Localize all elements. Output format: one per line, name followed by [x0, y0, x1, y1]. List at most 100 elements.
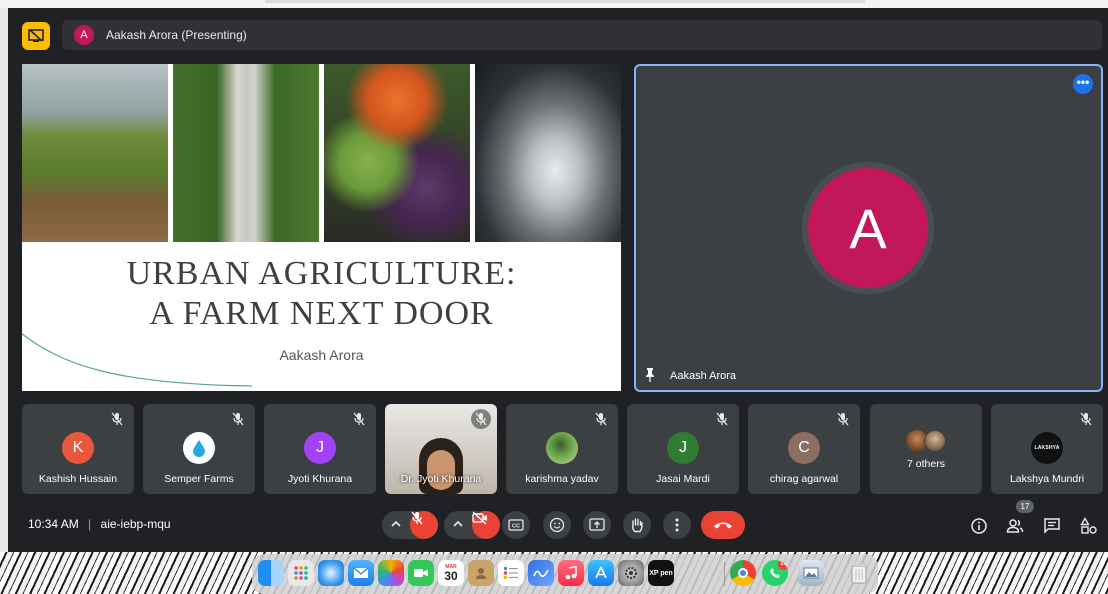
present-now-button[interactable] — [583, 511, 611, 539]
app-store-a-icon — [595, 566, 607, 579]
bin-icon — [851, 564, 867, 584]
participant-avatar: J — [304, 432, 336, 464]
chat-icon[interactable] — [1043, 517, 1061, 535]
slide-title: URBAN AGRICULTURE: A FARM NEXT DOOR — [22, 254, 621, 334]
lakshya-logo-avatar: LAKSHYA — [1031, 432, 1063, 464]
camera-control[interactable] — [444, 511, 500, 539]
more-options-button[interactable] — [663, 511, 691, 539]
stop-presenting-button[interactable] — [22, 22, 50, 50]
gear-icon — [625, 567, 637, 579]
photos-icon[interactable] — [378, 560, 404, 586]
meeting-info: 10:34 AM | aie-iebp-mqu — [28, 517, 171, 531]
camera-icon — [414, 569, 428, 577]
mic-toggle-button[interactable] — [410, 511, 438, 539]
list-icon — [503, 566, 518, 580]
mic-off-icon — [475, 412, 487, 426]
scribble-icon — [533, 569, 549, 578]
contacts-icon[interactable] — [468, 560, 494, 586]
emoji-icon — [549, 517, 565, 533]
pin-icon[interactable] — [644, 368, 656, 382]
leave-call-button[interactable] — [701, 511, 745, 539]
raise-hand-button[interactable] — [623, 511, 651, 539]
presenting-label: Aakash Arora (Presenting) — [106, 28, 247, 42]
present-screen-icon — [589, 518, 605, 531]
participant-name: Dr. Jyoti Khurana — [400, 473, 482, 485]
greenhouse-photo — [22, 64, 168, 242]
mac-dock: MAR 30 XP pen 10 — [252, 554, 878, 594]
chevron-up-icon[interactable] — [452, 518, 464, 530]
captions-button[interactable]: CC — [502, 511, 530, 539]
participant-avatar: J — [667, 432, 699, 464]
music-note-icon — [565, 566, 577, 580]
market-produce-photo — [324, 64, 470, 242]
svg-text:CC: CC — [512, 524, 520, 530]
camera-toggle-button[interactable] — [472, 511, 500, 539]
app-store-icon[interactable] — [588, 560, 614, 586]
mic-off-icon — [111, 412, 123, 426]
activities-icon[interactable] — [1080, 517, 1098, 535]
participant-name: Kashish Hussain — [38, 473, 118, 485]
music-icon[interactable] — [558, 560, 584, 586]
closed-captions-icon: CC — [508, 519, 524, 531]
reactions-button[interactable] — [543, 511, 571, 539]
semper-farms-logo — [183, 432, 215, 464]
mail-icon[interactable] — [348, 560, 374, 586]
presenting-banner[interactable]: A Aakash Arora (Presenting) — [62, 20, 1102, 50]
participant-tile[interactable]: J Jasai Mardi — [627, 404, 739, 494]
water-splash-photo — [475, 64, 621, 242]
mic-off-icon — [353, 412, 365, 426]
meet-window: A Aakash Arora (Presenting) URBAN AGRICU… — [8, 8, 1108, 552]
preview-icon[interactable] — [798, 560, 824, 586]
end-call-icon — [714, 522, 732, 529]
more-vert-icon — [675, 518, 679, 532]
participant-tile[interactable]: Semper Farms — [143, 404, 255, 494]
mic-off-icon — [716, 412, 728, 426]
reminders-icon[interactable] — [498, 560, 524, 586]
grid-icon — [294, 566, 308, 580]
presentation-slide: URBAN AGRICULTURE: A FARM NEXT DOOR Aaka… — [22, 64, 621, 391]
whatsapp-icon[interactable]: 10 — [762, 560, 788, 586]
participant-tile[interactable]: K Kashish Hussain — [22, 404, 134, 494]
slide-author: Aakash Arora — [279, 347, 364, 363]
launchpad-icon[interactable] — [288, 560, 314, 586]
calendar-icon[interactable]: MAR 30 — [438, 560, 464, 586]
speaker-name: Aakash Arora — [670, 370, 737, 382]
participant-tile[interactable]: LAKSHYA Lakshya Mundri — [991, 404, 1103, 494]
people-icon[interactable] — [1006, 517, 1024, 535]
participant-tile[interactable]: karishma yadav — [506, 404, 618, 494]
participant-video-tile[interactable]: Dr. Jyoti Khurana — [385, 404, 497, 494]
facetime-icon[interactable] — [408, 560, 434, 586]
participant-avatar: K — [62, 432, 94, 464]
participant-tile[interactable]: C chirag agarwal — [748, 404, 860, 494]
mic-off-icon — [595, 412, 607, 426]
more-options-button[interactable]: ••• — [1073, 74, 1093, 94]
vertical-farm-photo — [173, 64, 319, 242]
hand-icon — [632, 518, 643, 533]
trash-icon[interactable] — [846, 560, 872, 586]
chrome-icon[interactable] — [730, 560, 756, 586]
speaker-avatar: A — [808, 168, 928, 288]
mic-off-icon — [232, 412, 244, 426]
participant-name: karishma yadav — [525, 473, 599, 485]
chevron-up-icon[interactable] — [390, 518, 402, 530]
microphone-control[interactable] — [382, 511, 438, 539]
participant-name: Lakshya Mundri — [1009, 473, 1085, 485]
finder-icon[interactable] — [258, 560, 284, 586]
xp-pen-icon[interactable]: XP pen — [648, 560, 674, 586]
dock-separator — [724, 562, 725, 586]
participant-name: Jyoti Khurana — [287, 473, 353, 485]
safari-icon[interactable] — [318, 560, 344, 586]
freeform-icon[interactable] — [528, 560, 554, 586]
speaker-tile[interactable]: ••• A Aakash Arora — [634, 64, 1103, 392]
image-icon — [803, 567, 819, 579]
info-separator: | — [88, 517, 92, 531]
system-settings-icon[interactable] — [618, 560, 644, 586]
water-drop-icon — [193, 440, 205, 457]
window-top-strip — [0, 0, 1108, 8]
address-bar-edge — [265, 0, 865, 3]
participant-tile[interactable]: J Jyoti Khurana — [264, 404, 376, 494]
people-count-badge: 17 — [1016, 500, 1034, 513]
info-icon[interactable] — [970, 517, 988, 535]
others-tile[interactable]: 7 others — [870, 404, 982, 494]
whatsapp-badge: 10 — [778, 560, 788, 570]
